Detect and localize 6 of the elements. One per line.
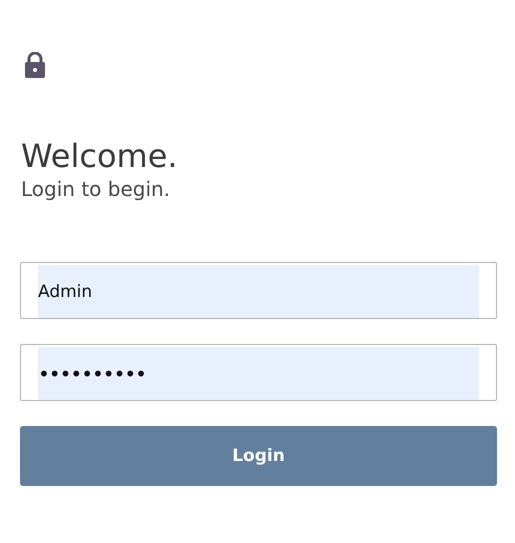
username-field[interactable]: Admin [20, 262, 497, 319]
lock-icon [24, 52, 46, 78]
login-button[interactable]: Login [20, 426, 497, 486]
login-subtitle: Login to begin. [21, 176, 172, 202]
welcome-heading: Welcome. [21, 136, 179, 176]
password-field[interactable]: •••••••••• [20, 344, 497, 401]
